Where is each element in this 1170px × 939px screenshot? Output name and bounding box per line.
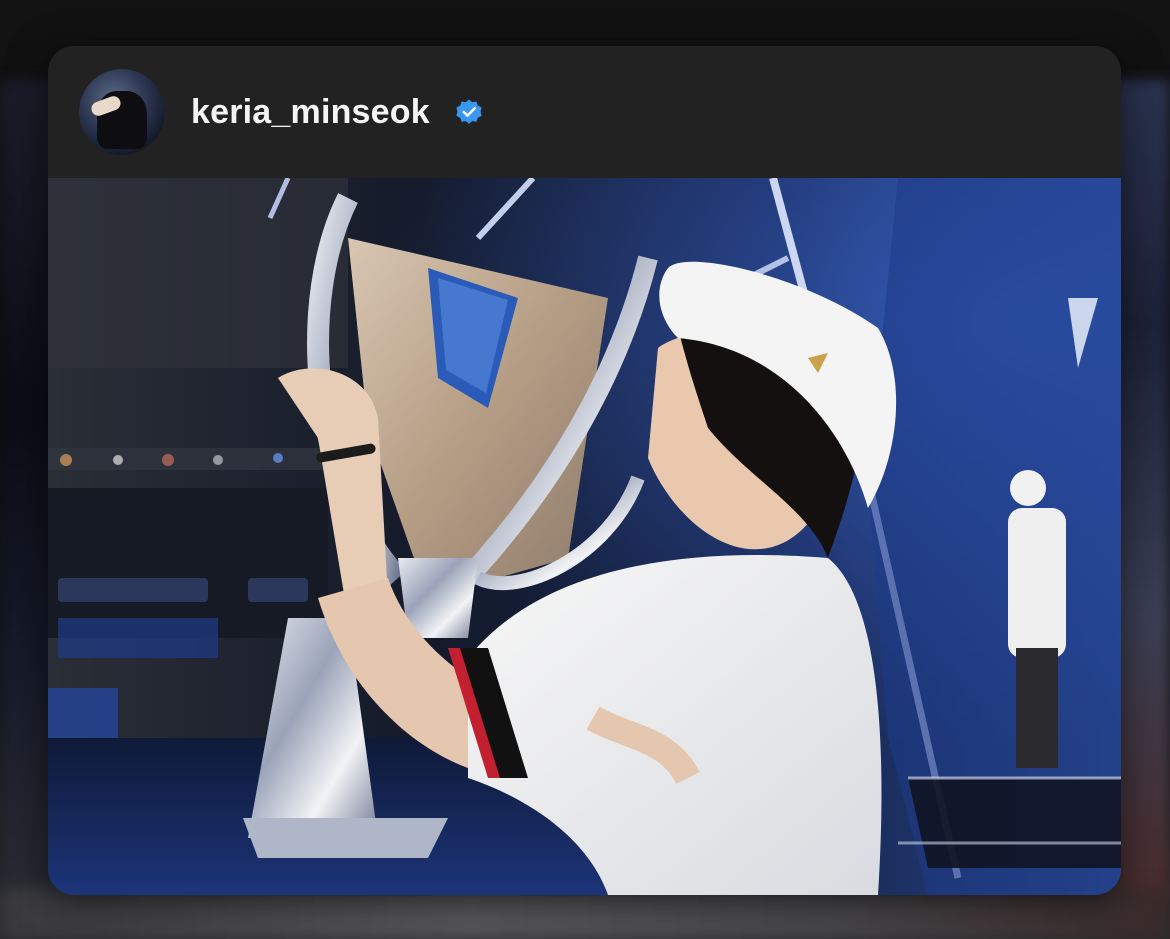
post-header: keria_minseok	[48, 46, 1121, 178]
post-photo[interactable]	[48, 178, 1121, 895]
verified-badge-icon	[456, 99, 482, 124]
profile-avatar[interactable]	[79, 69, 165, 155]
username[interactable]: keria_minseok	[191, 90, 430, 134]
background-blur-bottom	[0, 889, 1170, 939]
post-preview-card[interactable]: keria_minseok	[48, 46, 1121, 895]
